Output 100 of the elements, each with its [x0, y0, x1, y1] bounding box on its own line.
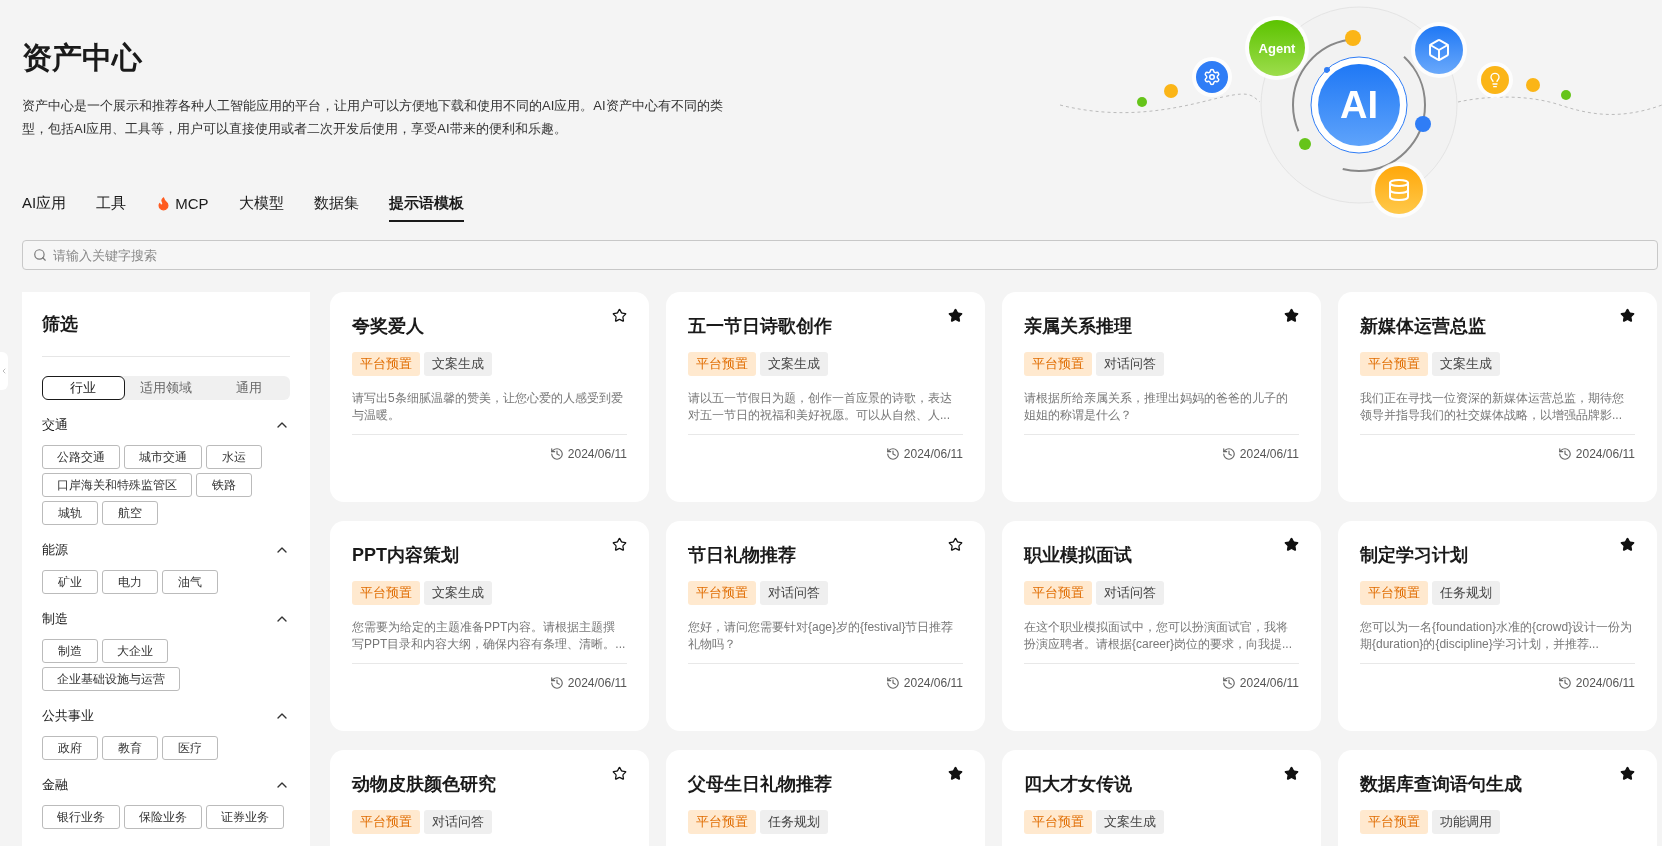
card-title: 父母生日礼物推荐 — [688, 773, 832, 796]
category-tag: 对话问答 — [1096, 352, 1164, 376]
card-title: 夸奖爱人 — [352, 315, 424, 338]
filter-tag[interactable]: 公路交通 — [42, 445, 120, 469]
filter-tag[interactable]: 口岸海关和特殊监管区 — [42, 473, 192, 497]
star-icon[interactable] — [1284, 537, 1299, 552]
category-tag: 文案生成 — [1096, 810, 1164, 834]
category-tab[interactable]: 数据集 — [313, 186, 359, 222]
search-field[interactable]: 请输入关键字搜索 — [22, 240, 1658, 270]
filter-group-title: 交通 — [42, 416, 68, 434]
card-title: 新媒体运营总监 — [1360, 315, 1486, 338]
history-icon — [885, 447, 900, 461]
star-icon[interactable] — [612, 308, 627, 323]
filter-tag[interactable]: 城轨 — [42, 501, 98, 525]
source-tag: 平台预置 — [352, 352, 420, 376]
filter-tag[interactable]: 航空 — [102, 501, 158, 525]
history-icon — [549, 447, 564, 461]
collapse-handle[interactable] — [0, 352, 8, 390]
gear-icon — [1196, 61, 1228, 93]
template-card[interactable]: 数据库查询语句生成 平台预置 功能调用 — [1338, 750, 1657, 846]
card-title: 制定学习计划 — [1360, 544, 1468, 567]
category-tab[interactable]: AI应用 — [22, 186, 67, 222]
star-icon[interactable] — [612, 766, 627, 781]
category-tag: 任务规划 — [1432, 581, 1500, 605]
source-tag: 平台预置 — [688, 810, 756, 834]
card-title: 五一节日诗歌创作 — [688, 315, 832, 338]
filter-tag[interactable]: 电力 — [102, 570, 158, 594]
source-tag: 平台预置 — [1360, 810, 1428, 834]
filter-tag[interactable]: 保险业务 — [124, 805, 202, 829]
history-icon — [1221, 447, 1236, 461]
filter-tag[interactable]: 大企业 — [102, 639, 168, 663]
card-title: PPT内容策划 — [352, 544, 459, 567]
card-title: 数据库查询语句生成 — [1360, 773, 1522, 796]
card-description: 请写出5条细腻温馨的赞美，让您心爱的人感受到爱与温暖。 — [352, 390, 624, 424]
source-tag: 平台预置 — [1024, 810, 1092, 834]
star-icon[interactable] — [1284, 766, 1299, 781]
filter-tag[interactable]: 城市交通 — [124, 445, 202, 469]
source-tag: 平台预置 — [352, 581, 420, 605]
filter-tag[interactable]: 银行业务 — [42, 805, 120, 829]
star-icon[interactable] — [948, 308, 963, 323]
category-tag: 文案生成 — [424, 581, 492, 605]
category-tab[interactable]: 提示语模板 — [388, 186, 464, 222]
star-icon[interactable] — [612, 537, 627, 552]
template-card[interactable]: 亲属关系推理 平台预置 对话问答 请根据所给亲属关系，推理出妈妈的爸爸的儿子的姐姐的称谓是什么？ 2024/06/11 — [1002, 292, 1321, 502]
card-date: 2024/06/11 — [567, 447, 627, 461]
history-icon — [1221, 676, 1236, 690]
template-card[interactable]: 职业模拟面试 平台预置 对话问答 在这个职业模拟面试中，您可以扮演面试官，我将扮演应聘者。请根据{career}岗位的要求，向我提... 2024/06/11 — [1002, 521, 1321, 731]
card-date: 2024/06/11 — [903, 676, 963, 690]
page-title: 资产中心 — [22, 40, 143, 76]
filter-tag[interactable]: 医疗 — [162, 736, 218, 760]
card-date: 2024/06/11 — [1239, 447, 1299, 461]
template-card[interactable]: 父母生日礼物推荐 平台预置 任务规划 — [666, 750, 985, 846]
card-description: 您需要为给定的主题准备PPT内容。请根据主题撰写PPT目录和内容大纲，确保内容有条理、清晰。... — [352, 619, 627, 653]
star-icon[interactable] — [948, 766, 963, 781]
segment-option[interactable]: 适用领域 — [124, 376, 208, 400]
card-title: 四大才女传说 — [1024, 773, 1132, 796]
source-tag: 平台预置 — [1024, 352, 1092, 376]
category-tag: 对话问答 — [1096, 581, 1164, 605]
card-date: 2024/06/11 — [567, 676, 627, 690]
filter-tag[interactable]: 企业基础设施与运营 — [42, 667, 180, 691]
template-card[interactable]: 四大才女传说 平台预置 文案生成 — [1002, 750, 1321, 846]
star-icon[interactable] — [1620, 308, 1635, 323]
template-card[interactable]: PPT内容策划 平台预置 文案生成 您需要为给定的主题准备PPT内容。请根据主题撰写PPT目录和内容大纲，确保内容有条理、清晰。... 2024/06/11 — [330, 521, 649, 731]
agent-badge: Agent — [1249, 20, 1305, 76]
filter-tag[interactable]: 铁路 — [196, 473, 252, 497]
template-card[interactable]: 五一节日诗歌创作 平台预置 文案生成 请以五一节假日为题，创作一首应景的诗歌，表达对五一节日的祝福和美好祝愿。可以从自然、人... 2024/06/11 — [666, 292, 985, 502]
star-icon[interactable] — [1620, 537, 1635, 552]
category-tab[interactable]: MCP — [156, 186, 209, 222]
search-icon — [33, 248, 47, 262]
card-title: 节日礼物推荐 — [688, 544, 796, 567]
star-icon[interactable] — [1620, 766, 1635, 781]
segment-option[interactable]: 通用 — [207, 376, 290, 400]
star-icon[interactable] — [1284, 308, 1299, 323]
category-tag: 任务规划 — [760, 810, 828, 834]
template-card[interactable]: 制定学习计划 平台预置 任务规划 您可以为一名{foundation}水准的{crowd}设计一份为期{duration}的{discipline}学习计划，并推荐... 2024/06/11 — [1338, 521, 1657, 731]
template-card[interactable]: 夸奖爱人 平台预置 文案生成 请写出5条细腻温馨的赞美，让您心爱的人感受到爱与温暖。 2024/06/11 — [330, 292, 649, 502]
star-icon[interactable] — [948, 537, 963, 552]
card-title: 动物皮肤颜色研究 — [352, 773, 496, 796]
segment-option[interactable]: 行业 — [42, 376, 125, 400]
filter-tag[interactable]: 政府 — [42, 736, 98, 760]
template-card[interactable]: 动物皮肤颜色研究 平台预置 对话问答 — [330, 750, 649, 846]
category-tab[interactable]: 工具 — [96, 186, 127, 222]
history-icon — [885, 676, 900, 690]
filter-tag[interactable]: 油气 — [162, 570, 218, 594]
card-date: 2024/06/11 — [1239, 676, 1299, 690]
cube-icon — [1415, 26, 1463, 74]
template-card[interactable]: 节日礼物推荐 平台预置 对话问答 您好，请问您需要针对{age}岁的{festival}节日推荐礼物吗？ 2024/06/11 — [666, 521, 985, 731]
history-icon — [549, 676, 564, 690]
category-tab[interactable]: 大模型 — [238, 186, 284, 222]
source-tag: 平台预置 — [352, 810, 420, 834]
filter-tag[interactable]: 教育 — [102, 736, 158, 760]
filter-group-title: 金融 — [42, 776, 68, 794]
filter-tag[interactable]: 证券业务 — [206, 805, 284, 829]
history-icon — [1557, 676, 1572, 690]
category-tag: 对话问答 — [424, 810, 492, 834]
template-card[interactable]: 新媒体运营总监 平台预置 文案生成 我们正在寻找一位资深的新媒体运营总监，期待您领导并指导我们的社交媒体战略，以增强品牌影... 2024/06/11 — [1338, 292, 1657, 502]
filter-tag[interactable]: 矿业 — [42, 570, 98, 594]
filter-tag[interactable]: 制造 — [42, 639, 98, 663]
card-description: 您可以为一名{foundation}水准的{crowd}设计一份为期{duration}的{discipline}学习计划，并推荐... — [1360, 619, 1634, 653]
filter-tag[interactable]: 水运 — [206, 445, 262, 469]
